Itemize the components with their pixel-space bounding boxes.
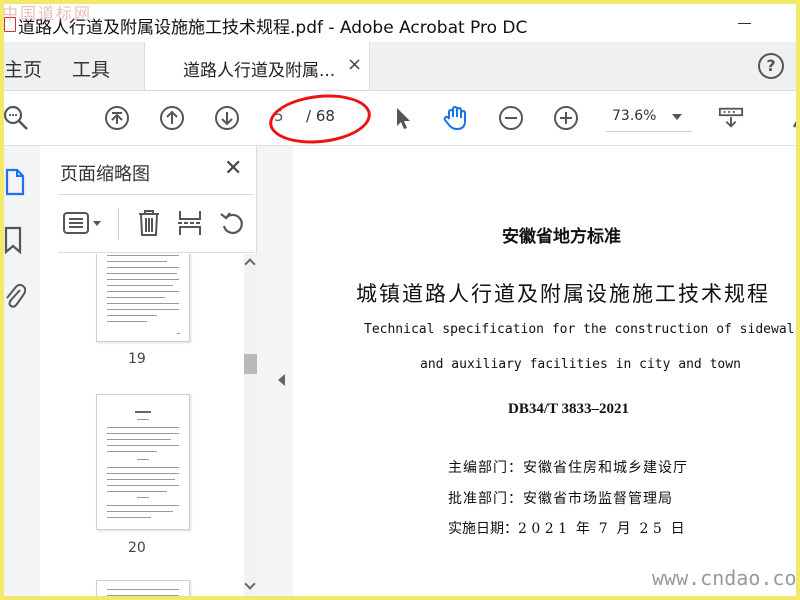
help-icon[interactable]: ? (758, 53, 784, 79)
tab-home[interactable]: 主页 (4, 55, 42, 82)
page-thumbnail-19[interactable] (96, 254, 190, 342)
thumbnail-page-number: 19 (128, 351, 146, 367)
scroll-mode-icon[interactable] (718, 105, 744, 131)
document-page[interactable]: 安徽省地方标准 城镇道路人行道及附属设施施工技术规程 Technical spe… (294, 146, 796, 596)
tab-close-icon[interactable]: × (347, 54, 362, 75)
previous-page-icon[interactable] (159, 105, 185, 131)
watermark-top: 中国道标网 (4, 4, 93, 23)
rotate-icon[interactable] (218, 208, 246, 238)
page-thumbnails-icon[interactable] (4, 168, 26, 196)
page-thumbnail-21[interactable] (96, 580, 190, 596)
document-title-en-line1: Technical specification for the construc… (364, 322, 796, 337)
minimize-button[interactable] (726, 10, 766, 36)
effective-date: 实施日期：2 0 2 1 年 7 月 2 5 日 (448, 521, 685, 537)
watermark-bottom: www.cndao.com (652, 566, 796, 590)
page-thumbnails-panel: 页面缩略图 ✕ 19 20 (40, 146, 258, 596)
navigation-rail (4, 146, 41, 596)
scroll-down-icon[interactable] (244, 578, 256, 590)
toolbar-separator (118, 208, 119, 240)
panel-divider (58, 252, 254, 253)
red-highlight-oval (266, 89, 374, 149)
acrobat-window: 道路人行道及附属设施施工技术规程.pdf - Adobe Acrobat Pro… (4, 4, 796, 596)
zoom-level-select[interactable]: 73.6% (612, 108, 656, 124)
window-title: 道路人行道及附属设施施工技术规程.pdf - Adobe Acrobat Pro… (18, 18, 528, 38)
search-icon[interactable] (4, 105, 30, 131)
tab-tools[interactable]: 工具 (72, 55, 110, 82)
tab-document-label: 道路人行道及附属... (183, 61, 336, 81)
zoom-out-icon[interactable] (498, 105, 524, 131)
title-bar: 道路人行道及附属设施施工技术规程.pdf - Adobe Acrobat Pro… (4, 4, 796, 42)
thumbnail-list[interactable]: 19 20 (40, 254, 240, 596)
thumbnail-page-number: 20 (128, 540, 146, 556)
standard-code: DB34/T 3833–2021 (508, 401, 629, 417)
pen-icon[interactable] (780, 105, 796, 131)
scrollbar-thumb[interactable] (244, 354, 258, 374)
zoom-in-icon[interactable] (553, 105, 579, 131)
document-title-en-line2: and auxiliary facilities in city and tow… (420, 357, 741, 372)
zoom-underline (606, 131, 692, 132)
attachment-icon[interactable] (4, 282, 26, 310)
trash-icon[interactable] (136, 208, 162, 238)
hand-tool-icon[interactable] (442, 105, 468, 131)
close-icon[interactable]: ✕ (224, 156, 242, 181)
chevron-down-icon[interactable] (672, 114, 682, 120)
toolbar: 5 / 68 73.6% (4, 89, 796, 149)
insert-page-icon[interactable] (176, 208, 204, 238)
scroll-up-icon[interactable] (244, 258, 256, 270)
approval-department: 批准部门：安徽省市场监督管理局 (448, 491, 673, 507)
document-title-cn: 城镇道路人行道及附属设施施工技术规程 (356, 282, 770, 306)
page-thumbnail-20[interactable] (96, 394, 190, 530)
editor-department: 主编部门：安徽省住房和城乡建设厅 (448, 460, 688, 476)
thumbnail-scrollbar[interactable] (244, 254, 258, 596)
select-cursor-icon[interactable] (390, 105, 416, 131)
panel-divider (58, 194, 254, 195)
options-menu-icon[interactable] (62, 210, 106, 236)
panel-title: 页面缩略图 (60, 164, 150, 185)
standard-org: 安徽省地方标准 (502, 227, 621, 247)
first-page-icon[interactable] (104, 105, 130, 131)
collapse-panel-icon[interactable] (278, 374, 285, 386)
tab-document[interactable]: 道路人行道及附属... × (144, 42, 370, 90)
bookmark-icon[interactable] (4, 226, 24, 254)
tab-bar: 主页 工具 道路人行道及附属... × ? (4, 42, 796, 91)
panel-collapse-strip (257, 146, 293, 596)
next-page-icon[interactable] (214, 105, 240, 131)
